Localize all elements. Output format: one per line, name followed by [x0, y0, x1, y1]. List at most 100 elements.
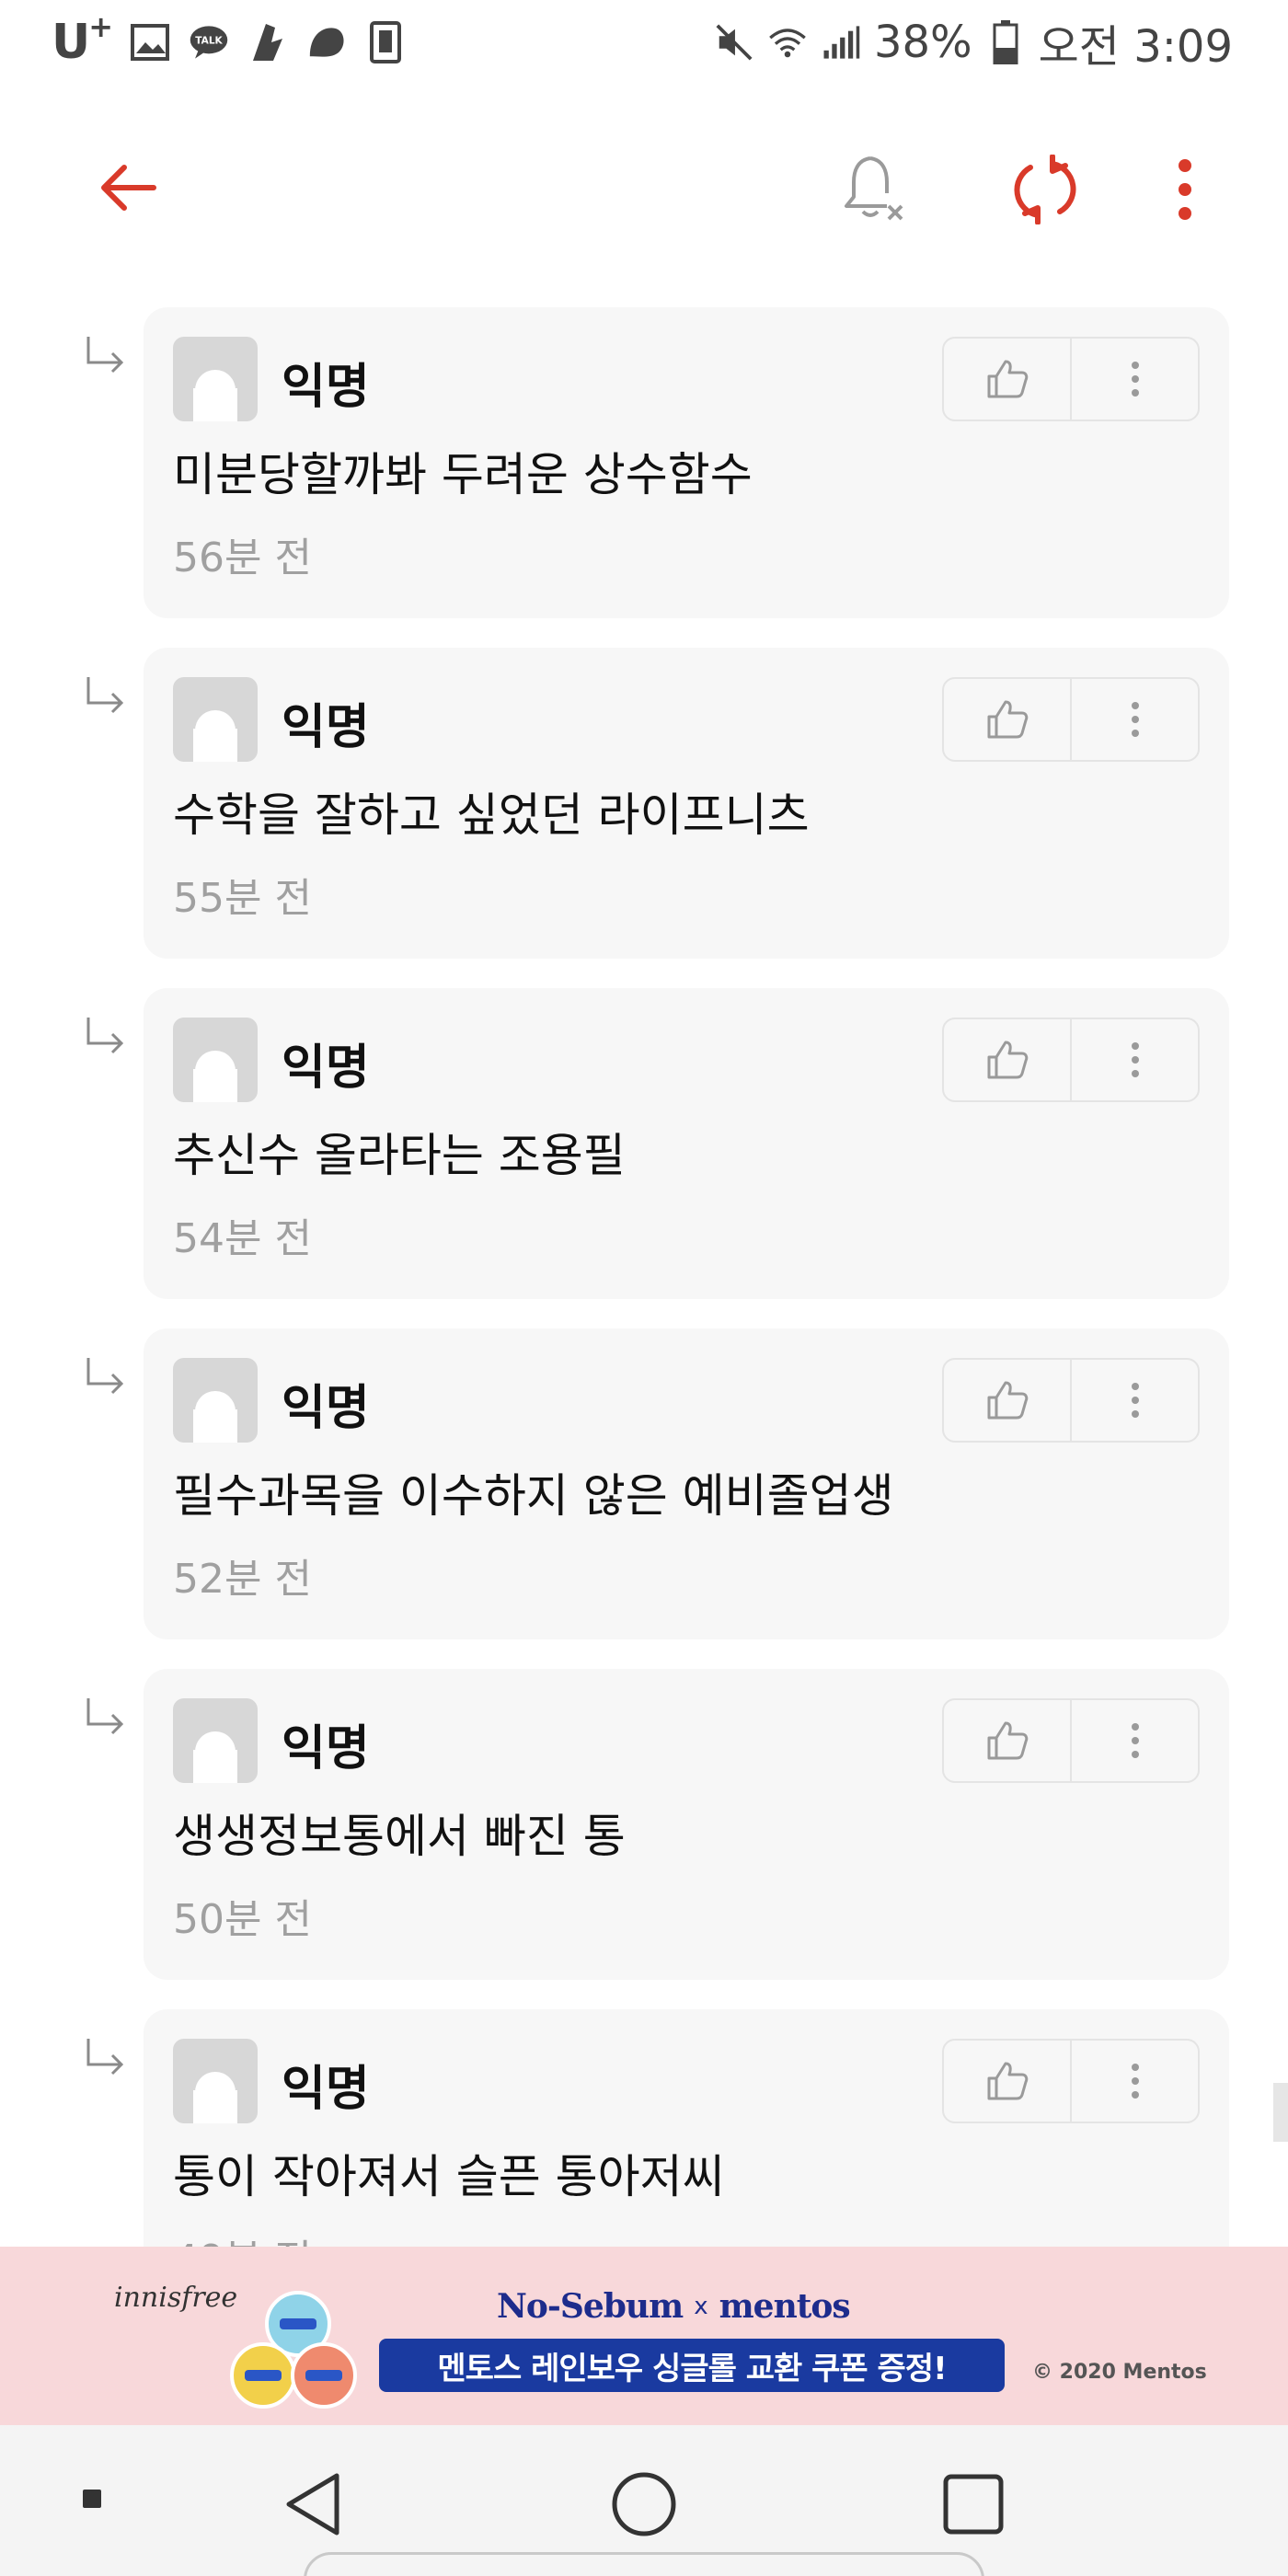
- more-options-button[interactable]: [1141, 144, 1229, 236]
- like-button[interactable]: [944, 1360, 1070, 1441]
- comment-more-button[interactable]: [1070, 339, 1198, 420]
- comment-author: 익명: [282, 1721, 370, 1777]
- comment-more-button[interactable]: [1070, 679, 1198, 760]
- comment-card: 익명 미분당할까봐 두려운 상수함수 56분 전: [144, 307, 1229, 618]
- comment-card: 익명 통이 작아져서 슬픈 통아저씨 49분 전: [144, 2009, 1229, 2247]
- scrollbar[interactable]: [1273, 2083, 1288, 2142]
- signal-icon: [821, 22, 861, 63]
- comment-actions: [942, 1018, 1200, 1102]
- battery-icon: [985, 20, 1026, 64]
- comment-more-button[interactable]: [1070, 1700, 1198, 1781]
- comment-item: 익명 생생정보통에서 빠진 통 50분 전: [0, 1669, 1288, 1980]
- refresh-icon: [1014, 155, 1076, 224]
- nav-overview-button[interactable]: [927, 2458, 1019, 2550]
- like-button[interactable]: [944, 2041, 1070, 2122]
- comment-card: 익명 추신수 올라타는 조용필 54분 전: [144, 988, 1229, 1299]
- more-vertical-icon: [1131, 1723, 1139, 1758]
- candy-icon: [230, 2291, 357, 2409]
- comment-author: 익명: [282, 360, 370, 415]
- ad-banner[interactable]: innisfree No-Sebum x mentos 멘토스 레인보우 싱글롤…: [0, 2247, 1288, 2425]
- comment-more-button[interactable]: [1070, 1019, 1198, 1100]
- clock: 오전 3:09: [1038, 21, 1233, 73]
- thumbs-up-icon: [987, 2062, 1028, 2100]
- comment-text: 미분당할까봐 두려운 상수함수: [173, 448, 753, 501]
- ad-title-b: mentos: [719, 2287, 851, 2326]
- comment-author: 익명: [282, 2062, 370, 2117]
- avatar: [173, 1358, 258, 1443]
- avatar: [173, 337, 258, 421]
- overview-square-icon: [943, 2474, 1004, 2535]
- comment-more-button[interactable]: [1070, 2041, 1198, 2122]
- comment-item: 익명 추신수 올라타는 조용필 54분 전: [0, 988, 1288, 1299]
- comment-card: 익명 필수과목을 이수하지 않은 예비졸업생 52분 전: [144, 1328, 1229, 1639]
- like-button[interactable]: [944, 339, 1070, 420]
- status-bar: U+ TALK 38% 오전 3:09: [0, 0, 1288, 88]
- thumbs-up-icon: [987, 1381, 1028, 1420]
- like-button[interactable]: [944, 679, 1070, 760]
- like-button[interactable]: [944, 1700, 1070, 1781]
- comment-text: 생생정보통에서 빠진 통: [173, 1810, 626, 1863]
- more-vertical-icon: [1131, 362, 1139, 397]
- thumbs-up-icon: [987, 1041, 1028, 1079]
- comment-actions: [942, 337, 1200, 421]
- recent-dot-icon: [83, 2490, 101, 2508]
- chat-bubble-icon: [306, 22, 347, 63]
- navigation-bar: [0, 2425, 1288, 2576]
- reply-arrow-icon: [86, 2039, 124, 2076]
- ad-title-x: x: [694, 2293, 708, 2320]
- comment-author: 익명: [282, 700, 370, 755]
- back-triangle-icon: [286, 2473, 339, 2536]
- comment-more-button[interactable]: [1070, 1360, 1198, 1441]
- comment-card: 익명 수학을 잘하고 싶었던 라이프니츠 55분 전: [144, 648, 1229, 959]
- kakaotalk-icon: TALK: [189, 22, 229, 63]
- mute-icon: [714, 22, 754, 63]
- ad-cta[interactable]: 멘토스 레인보우 싱글롤 교환 쿠폰 증정!: [379, 2339, 1005, 2392]
- comment-actions: [942, 1358, 1200, 1443]
- comment-text: 수학을 잘하고 싶었던 라이프니츠: [173, 788, 810, 842]
- ad-copyright: © 2020 Mentos: [1032, 2361, 1207, 2384]
- home-circle-icon: [612, 2472, 676, 2536]
- gallery-icon: [130, 22, 170, 63]
- comment-time: 49분 전: [173, 2226, 312, 2247]
- thumbs-up-icon: [987, 1721, 1028, 1760]
- like-button[interactable]: [944, 1019, 1070, 1100]
- more-vertical-icon: [1131, 1042, 1139, 1077]
- nav-home-button[interactable]: [598, 2458, 690, 2550]
- comment-author: 익명: [282, 1041, 370, 1096]
- more-vertical-icon: [1131, 1383, 1139, 1418]
- reply-arrow-icon: [86, 1358, 124, 1395]
- ad-title: No-Sebum x mentos: [497, 2287, 851, 2326]
- gesture-handle: [304, 2552, 984, 2576]
- status-left: U+ TALK: [52, 9, 406, 72]
- battery-percent: 38%: [873, 17, 972, 68]
- reply-arrow-icon: [86, 1018, 124, 1054]
- svg-text:TALK: TALK: [195, 36, 223, 47]
- notification-toggle-button[interactable]: [828, 144, 920, 236]
- nav-back-button[interactable]: [267, 2458, 359, 2550]
- avatar: [173, 677, 258, 762]
- ad-title-a: No-Sebum: [497, 2287, 684, 2326]
- comment-item: 익명 미분당할까봐 두려운 상수함수 56분 전: [0, 307, 1288, 618]
- comment-list[interactable]: 익명 미분당할까봐 두려운 상수함수 56분 전 익명 수학을 잘하고 싶었던 …: [0, 307, 1288, 2247]
- comment-actions: [942, 2039, 1200, 2123]
- comment-time: 54분 전: [173, 1215, 312, 1262]
- back-button[interactable]: [83, 144, 171, 232]
- app-notification-icon: [247, 22, 288, 63]
- reply-arrow-icon: [86, 677, 124, 714]
- comment-item: 익명 수학을 잘하고 싶었던 라이프니츠 55분 전: [0, 648, 1288, 959]
- app-bar: [0, 88, 1288, 282]
- comment-time: 50분 전: [173, 1896, 312, 1943]
- comment-text: 필수과목을 이수하지 않은 예비졸업생: [173, 1469, 894, 1523]
- recent-dot-button[interactable]: [64, 2471, 120, 2526]
- comment-actions: [942, 677, 1200, 762]
- comment-time: 52분 전: [173, 1556, 312, 1603]
- refresh-button[interactable]: [999, 144, 1091, 236]
- avatar: [173, 2039, 258, 2123]
- thumbs-up-icon: [987, 700, 1028, 739]
- comment-item: 익명 통이 작아져서 슬픈 통아저씨 49분 전: [0, 2009, 1288, 2247]
- more-vertical-icon: [1131, 702, 1139, 737]
- more-vertical-icon: [1131, 2064, 1139, 2099]
- reply-arrow-icon: [86, 1698, 124, 1735]
- comment-actions: [942, 1698, 1200, 1783]
- device-icon: [365, 21, 406, 63]
